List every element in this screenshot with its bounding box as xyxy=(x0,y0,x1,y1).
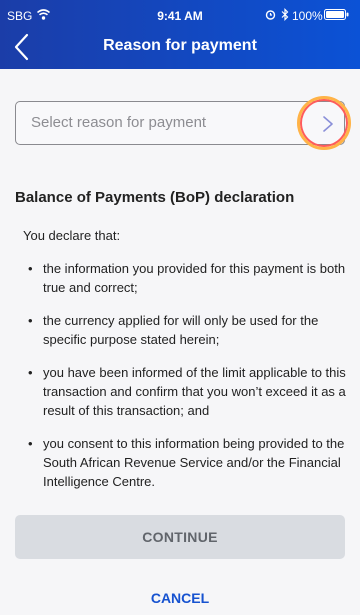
bluetooth-icon xyxy=(281,8,289,21)
declaration-item: you have been informed of the limit appl… xyxy=(28,363,348,420)
app-header: SBG 9:41 AM 100% Reason for payment xyxy=(0,0,360,69)
declaration-intro: You declare that: xyxy=(23,228,121,243)
declaration-list: the information you provided for this pa… xyxy=(28,259,348,505)
declaration-item: the information you provided for this pa… xyxy=(28,259,348,297)
declaration-item: the currency applied for will only be us… xyxy=(28,311,348,349)
payment-reason-placeholder: Select reason for payment xyxy=(31,114,207,131)
chevron-right-icon[interactable] xyxy=(319,114,337,134)
page-title: Reason for payment xyxy=(103,37,257,54)
bop-declaration-heading: Balance of Payments (BoP) declaration xyxy=(15,189,295,206)
continue-button[interactable]: CONTINUE xyxy=(15,515,345,559)
status-bar: SBG 9:41 AM 100% xyxy=(0,0,360,30)
declaration-item: you consent to this information being pr… xyxy=(28,434,348,491)
battery-percent: 100% xyxy=(292,9,323,23)
battery-icon xyxy=(324,9,349,20)
cancel-button[interactable]: CANCEL xyxy=(0,590,360,606)
alarm-icon xyxy=(265,10,276,20)
payment-reason-select[interactable]: Select reason for payment xyxy=(15,101,345,145)
